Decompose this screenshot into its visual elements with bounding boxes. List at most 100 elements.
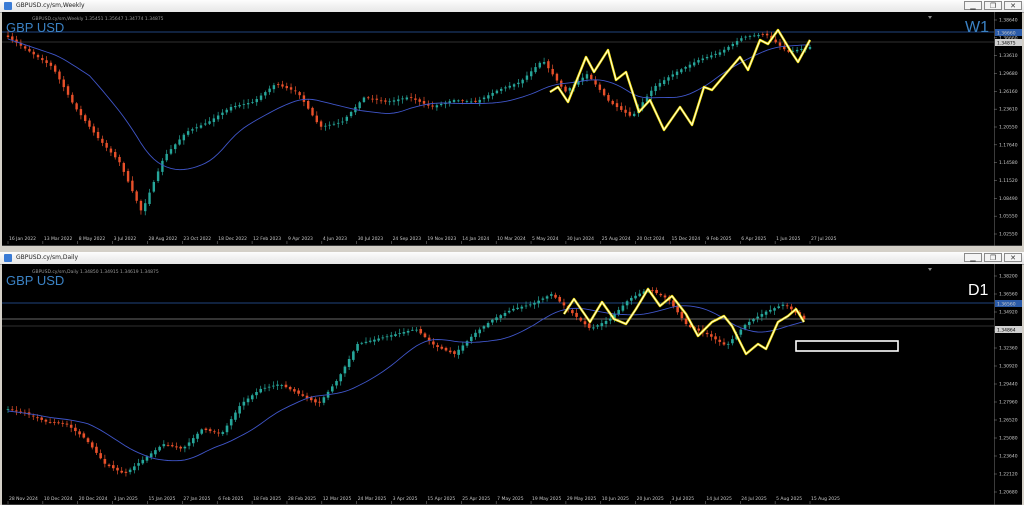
candle-body [655, 289, 658, 294]
candle-body [259, 95, 263, 100]
candle-body [520, 306, 524, 309]
candle-body [550, 294, 553, 296]
daily-chart-area[interactable]: GBP USD GBPUSD.cy/sm,Daily 1.34850 1.349… [2, 264, 1022, 505]
candle-body [465, 101, 469, 102]
candle-body [148, 192, 151, 204]
candle-body [90, 442, 94, 448]
time-tick-label: 24 Mar 2025 [358, 496, 387, 502]
candle-body [562, 302, 566, 306]
candle-body [156, 171, 160, 182]
candle-body [487, 95, 490, 99]
candle-body [23, 46, 27, 49]
candle-body [504, 87, 507, 89]
candle-body [684, 66, 687, 69]
candle-body [6, 409, 10, 410]
price-tick-label: 1.20550 [999, 125, 1018, 131]
candle-body [478, 329, 482, 334]
price-tick-label: 1.38200 [999, 274, 1018, 280]
candle-body [624, 109, 627, 113]
candle-body [423, 333, 427, 338]
candle-body [318, 401, 321, 403]
candle-body [330, 386, 334, 392]
daily-shift-marker[interactable] [928, 268, 932, 271]
candle-body [705, 332, 709, 335]
candle-body [280, 385, 284, 386]
candle-body [272, 85, 276, 90]
candle-body [364, 341, 368, 343]
candle-body [186, 131, 190, 135]
restore-button[interactable]: ❐ [984, 253, 1002, 262]
candle-body [731, 339, 734, 344]
candle-body [590, 74, 593, 80]
candle-body [187, 442, 191, 446]
weekly-chart-area[interactable]: GBP USD GBPUSD.cy/sm,Weekly 1.35451 1.35… [2, 12, 1022, 246]
candle-body [281, 84, 284, 87]
candle-body [439, 103, 443, 106]
daily-ohlc-readout: GBPUSD.cy/sm,Daily 1.34850 1.34915 1.346… [32, 269, 159, 275]
candle-body [114, 152, 117, 158]
time-tick-label: 10 Jun 2025 [602, 496, 629, 502]
candle-body [611, 100, 614, 105]
candle-body [662, 80, 666, 85]
candle-body [503, 313, 507, 316]
candle-body [57, 422, 60, 424]
candle-body [158, 446, 161, 451]
restore-button[interactable]: ❐ [984, 1, 1002, 10]
weekly-chart-svg[interactable]: GBP USD GBPUSD.cy/sm,Weekly 1.35451 1.35… [2, 12, 1022, 246]
candle-body [714, 53, 717, 55]
candle-body [381, 337, 385, 339]
time-tick-label: 4 Jun 2023 [323, 236, 347, 242]
candle-body [667, 77, 670, 81]
price-tick-label: 1.22120 [999, 472, 1018, 478]
candle-body [512, 84, 516, 87]
candle-body [710, 55, 713, 58]
daily-chart-svg[interactable]: GBP USD GBPUSD.cy/sm,Daily 1.34850 1.349… [2, 264, 1022, 505]
candle-body [238, 406, 241, 414]
candle-body [469, 336, 473, 342]
candle-body [545, 296, 549, 299]
candle-body [109, 148, 113, 153]
candle-body [169, 149, 173, 154]
candle-body [71, 94, 74, 103]
candle-body [379, 100, 383, 102]
minimize-button[interactable]: ▁ [964, 1, 982, 10]
close-button[interactable]: ✕ [1004, 1, 1022, 10]
candle-body [765, 33, 769, 36]
close-button[interactable]: ✕ [1004, 253, 1022, 262]
weekly-shift-marker[interactable] [928, 16, 932, 19]
candle-body [551, 68, 554, 75]
candle-body [743, 324, 747, 329]
candle-body [195, 127, 198, 129]
candle-body [672, 300, 675, 307]
candle-body [598, 84, 602, 90]
candle-body [499, 315, 503, 319]
weekly-time-axis: 16 Jan 2022 13 Mar 2022 8 May 2022 3 Jul 20… [7, 236, 837, 244]
candle-body [79, 109, 83, 116]
candle-body [394, 334, 397, 337]
candle-body [389, 335, 393, 337]
candle-body [242, 104, 246, 105]
candle-body [507, 310, 511, 313]
daily-rectangle-object[interactable] [795, 340, 899, 352]
time-tick-label: 19 Nov 2023 [427, 236, 456, 242]
candle-body [170, 445, 174, 447]
candle-body [697, 60, 700, 63]
candle-body [293, 389, 296, 392]
price-tick-label: 1.38640 [999, 18, 1018, 24]
candle-body [208, 429, 212, 432]
candle-body [229, 419, 233, 426]
time-tick-label: 19 May 2025 [532, 496, 561, 502]
candle-body [165, 153, 168, 161]
candle-body [82, 433, 86, 438]
candle-body [225, 109, 228, 113]
candle-body [32, 51, 35, 55]
candle-body [122, 163, 125, 172]
candle-body [107, 464, 111, 467]
candle-body [461, 345, 465, 351]
candle-body [83, 115, 87, 121]
minimize-button[interactable]: ▁ [964, 253, 982, 262]
candle-body [406, 330, 410, 333]
candle-body [200, 429, 204, 434]
candle-body [757, 34, 760, 37]
candle-body [575, 312, 578, 317]
